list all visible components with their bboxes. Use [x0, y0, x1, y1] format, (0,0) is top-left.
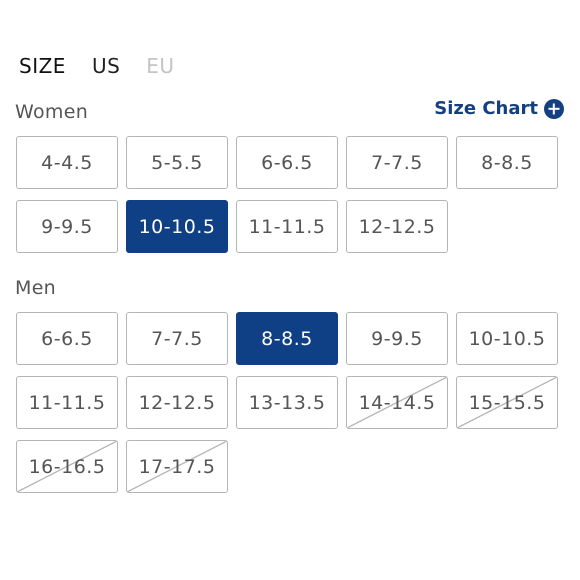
- women-size-button[interactable]: 5-5.5: [126, 136, 228, 189]
- size-label: 7-7.5: [371, 151, 423, 174]
- men-size-grid: 6-6.5 7-7.5 8-8.5 9-9.5 10-10.5 11-11.5 12-12.…: [16, 312, 558, 493]
- women-size-button[interactable]: 4-4.5: [16, 136, 118, 189]
- size-label: 10-10.5: [138, 215, 216, 238]
- women-size-button[interactable]: 11-11.5: [236, 200, 338, 253]
- women-size-button[interactable]: 12-12.5: [346, 200, 448, 253]
- size-label: 14-14.5: [358, 391, 436, 414]
- size-label: 11-11.5: [28, 391, 106, 414]
- size-label: 9-9.5: [41, 215, 93, 238]
- men-size-button-unavailable: 15-15.5: [456, 376, 558, 429]
- men-size-button[interactable]: 9-9.5: [346, 312, 448, 365]
- women-size-button[interactable]: 9-9.5: [16, 200, 118, 253]
- size-label: 17-17.5: [138, 455, 216, 478]
- size-label: 15-15.5: [468, 391, 546, 414]
- women-size-button[interactable]: 10-10.5: [126, 200, 228, 253]
- tab-eu[interactable]: EU: [146, 54, 174, 78]
- men-size-button-unavailable: 14-14.5: [346, 376, 448, 429]
- men-section-title: Men: [15, 277, 57, 299]
- size-label: 11-11.5: [248, 215, 326, 238]
- size-label: 4-4.5: [41, 151, 93, 174]
- size-label: 8-8.5: [481, 151, 533, 174]
- women-size-button[interactable]: 7-7.5: [346, 136, 448, 189]
- men-size-button[interactable]: 10-10.5: [456, 312, 558, 365]
- size-label: 13-13.5: [248, 391, 326, 414]
- size-label: 5-5.5: [151, 151, 203, 174]
- men-size-button[interactable]: 13-13.5: [236, 376, 338, 429]
- women-size-button[interactable]: 6-6.5: [236, 136, 338, 189]
- women-size-grid: 4-4.5 5-5.5 6-6.5 7-7.5 8-8.5 9-9.5 10-10.5 11-…: [16, 136, 558, 253]
- women-section-title: Women: [15, 101, 89, 123]
- size-tab-label: SIZE: [19, 54, 66, 78]
- size-label: 12-12.5: [358, 215, 436, 238]
- men-size-button[interactable]: 12-12.5: [126, 376, 228, 429]
- size-label: 7-7.5: [151, 327, 203, 350]
- size-label: 12-12.5: [138, 391, 216, 414]
- size-label: 8-8.5: [261, 327, 313, 350]
- men-size-button[interactable]: 6-6.5: [16, 312, 118, 365]
- men-size-button[interactable]: 8-8.5: [236, 312, 338, 365]
- tab-us[interactable]: US: [92, 54, 120, 78]
- size-label: 6-6.5: [41, 327, 93, 350]
- men-size-button-unavailable: 17-17.5: [126, 440, 228, 493]
- size-label: 9-9.5: [371, 327, 423, 350]
- size-label: 10-10.5: [468, 327, 546, 350]
- women-size-button[interactable]: 8-8.5: [456, 136, 558, 189]
- plus-circle-icon: [544, 98, 564, 119]
- men-size-button-unavailable: 16-16.5: [16, 440, 118, 493]
- size-unit-tabs: SIZE US EU: [19, 54, 175, 78]
- size-chart-label: Size Chart: [434, 98, 538, 119]
- size-chart-link[interactable]: Size Chart: [434, 98, 564, 119]
- size-label: 6-6.5: [261, 151, 313, 174]
- men-size-button[interactable]: 11-11.5: [16, 376, 118, 429]
- size-label: 16-16.5: [28, 455, 106, 478]
- men-size-button[interactable]: 7-7.5: [126, 312, 228, 365]
